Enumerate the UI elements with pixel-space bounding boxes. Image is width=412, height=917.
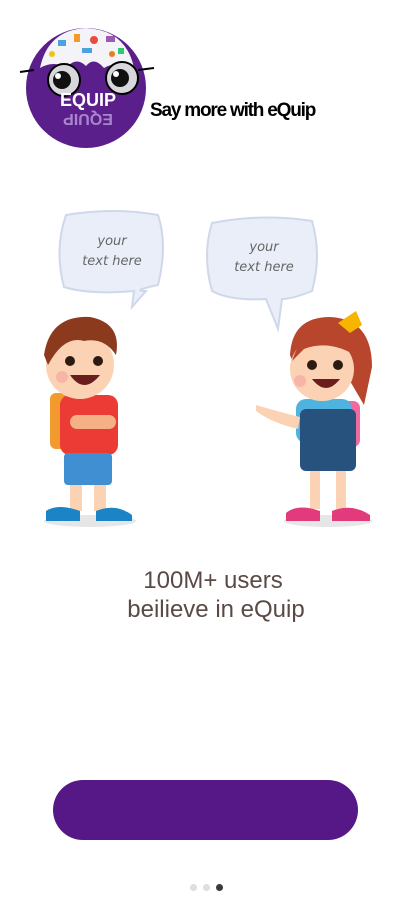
boy-character — [44, 316, 136, 527]
page-dot-3-active[interactable] — [216, 884, 223, 891]
speech-bubble-right: your text here — [206, 216, 318, 333]
speech-bubble-left: your text here — [58, 210, 164, 311]
logo-text-mirror: EQUIP — [63, 110, 113, 127]
headline-line1: 100M+ users — [143, 567, 283, 594]
tagline: Say more with eQuip — [150, 100, 316, 121]
page-indicator — [190, 884, 223, 891]
kids-illustration: your text here your text here — [44, 210, 372, 527]
page-dot-2[interactable] — [203, 884, 210, 891]
continue-button[interactable] — [53, 780, 358, 840]
headline: 100M+ users beilieve in eQuip — [0, 566, 412, 624]
headline-line2: beilieve in eQuip — [127, 596, 305, 623]
logo-text: EQUIP — [60, 90, 116, 110]
bubble-right-line1: your — [248, 240, 280, 255]
girl-character — [256, 311, 372, 527]
bubble-right-line2: text here — [234, 260, 294, 275]
equip-logo: EQUIP EQUIP — [19, 28, 155, 148]
bubble-left-line2: text here — [82, 254, 142, 269]
bubble-left-line1: your — [96, 234, 128, 249]
page-dot-1[interactable] — [190, 884, 197, 891]
